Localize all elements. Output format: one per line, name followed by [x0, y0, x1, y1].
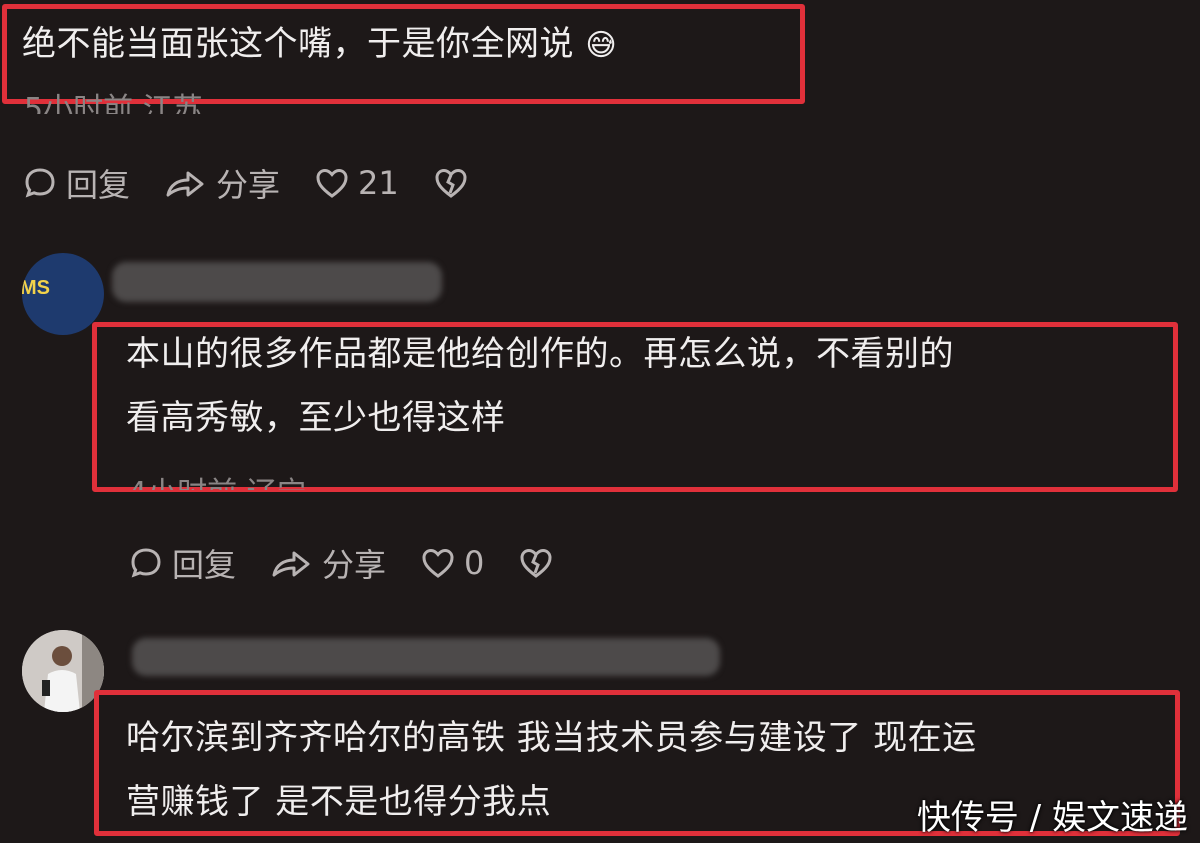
username-redacted [112, 262, 442, 302]
comment-1-line-1: 绝不能当面张这个嘴，于是你全网说 [22, 24, 574, 64]
comment-3-text: 哈尔滨到齐齐哈尔的高铁 我当技术员参与建设了 现在运 营赚钱了 是不是也得分我点 [126, 706, 977, 834]
avatar-label: MS [22, 277, 50, 299]
comment-2-actions: 回复 分享 0 [128, 540, 596, 586]
comment-bubble-icon [25, 168, 55, 198]
comment-1-meta: 5小时前 江苏 [24, 92, 203, 114]
broken-heart-icon [435, 168, 467, 198]
comment-3-line-1: 哈尔滨到齐齐哈尔的高铁 我当技术员参与建设了 现在运 [126, 718, 977, 758]
share-arrow-icon [166, 171, 204, 197]
username-redacted [132, 638, 720, 676]
person-photo-icon [22, 630, 104, 712]
watermark: 快传号 / 娱文速递 [916, 798, 1188, 838]
share-label: 分享 [216, 166, 281, 204]
comment-3-line-2: 营赚钱了 是不是也得分我点 [126, 782, 552, 822]
reply-label: 回复 [66, 166, 131, 204]
comment-2-line-2: 看高秀敏，至少也得这样 [126, 398, 506, 438]
share-label: 分享 [322, 546, 387, 584]
emoji-sweat-icon: 😅 [585, 28, 618, 63]
like-button[interactable]: 0 [420, 544, 484, 582]
avatar[interactable] [22, 630, 104, 712]
comment-1-actions: 回复 分享 21 [22, 160, 511, 206]
reply-button[interactable]: 回复 [22, 160, 130, 206]
share-button[interactable]: 分享 [270, 540, 386, 586]
comment-2-text: 本山的很多作品都是他给创作的。再怎么说，不看别的 看高秀敏，至少也得这样 [126, 322, 954, 450]
reply-label: 回复 [172, 546, 237, 584]
dislike-button[interactable] [433, 165, 477, 201]
like-button[interactable]: 21 [314, 164, 399, 202]
share-arrow-icon [272, 551, 310, 577]
heart-icon [422, 548, 454, 578]
comment-2-meta: 4小时前 辽宁 [128, 468, 307, 490]
like-count: 0 [464, 544, 485, 582]
share-button[interactable]: 分享 [164, 160, 280, 206]
comment-bubble-icon [131, 548, 161, 578]
like-count: 21 [358, 164, 399, 202]
broken-heart-icon [520, 548, 552, 578]
dislike-button[interactable] [518, 545, 562, 581]
comment-1-text: 绝不能当面张这个嘴，于是你全网说 😅 [22, 12, 617, 78]
comment-2-line-1: 本山的很多作品都是他给创作的。再怎么说，不看别的 [126, 334, 954, 374]
reply-button[interactable]: 回复 [128, 540, 236, 586]
heart-icon [316, 168, 348, 198]
